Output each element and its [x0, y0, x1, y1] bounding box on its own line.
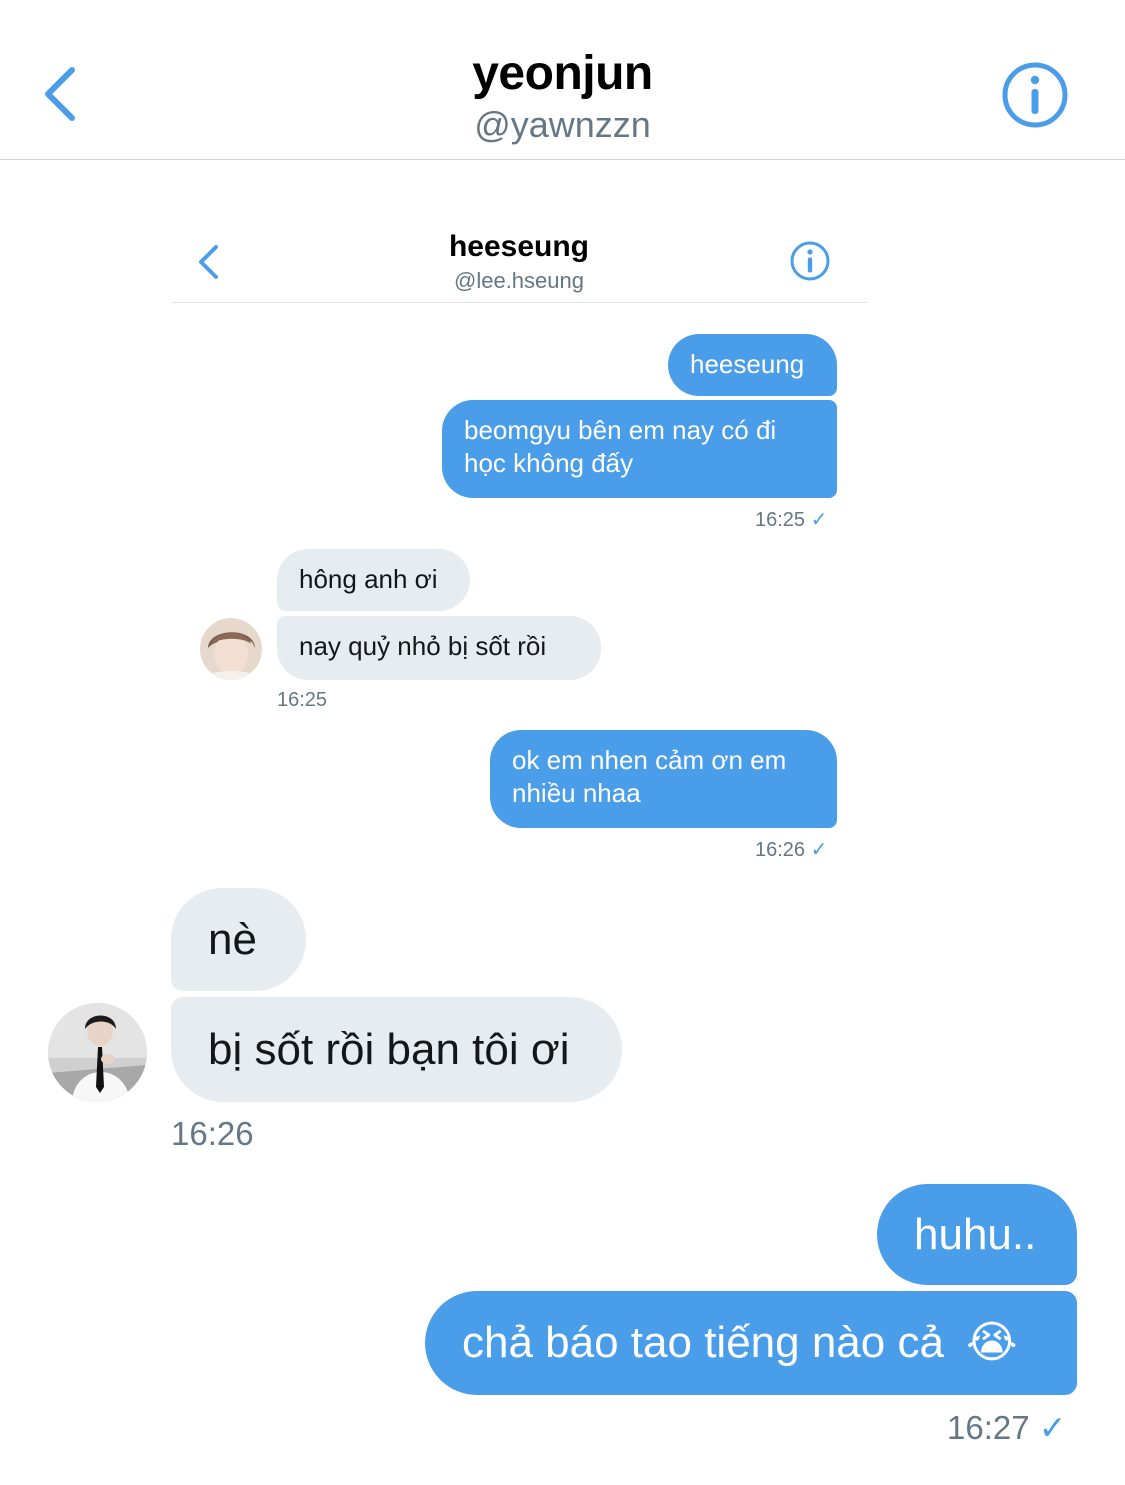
message-timestamp: 16:25 ✓ — [755, 509, 828, 531]
contact-handle: @yawnzzn — [474, 104, 651, 145]
message-timestamp: 16:25 — [277, 689, 328, 711]
conversation-header: yeonjun @yawnzzn — [0, 0, 1125, 160]
contact-name: yeonjun — [472, 47, 653, 100]
embedded-contact-handle: @lee.hseung — [454, 268, 584, 293]
message-bubble-received: nay quỷ nhỏ bị sốt rồi — [277, 616, 601, 680]
embedded-contact-name: heeseung — [448, 230, 590, 263]
read-check-icon: ✓ — [810, 509, 828, 531]
info-button[interactable] — [1000, 60, 1070, 130]
message-timestamp: 16:26 ✓ — [755, 839, 828, 861]
message-bubble-sent: ok em nhen cảm ơn em nhiều nhaa — [490, 730, 837, 828]
message-timestamp: 16:26 — [171, 1115, 254, 1152]
message-bubble-sent: chả báo tao tiếng nào cả 😭 — [425, 1291, 1077, 1395]
read-check-icon: ✓ — [810, 839, 828, 861]
message-bubble-received: bị sốt rồi bạn tôi ơi — [171, 997, 622, 1102]
contact-avatar — [48, 1003, 147, 1102]
message-bubble-received: nè — [171, 888, 306, 991]
message-bubble-received: hông anh ơi — [277, 549, 470, 611]
embedded-avatar — [200, 618, 262, 680]
loudly-crying-face-emoji: 😭 — [966, 1317, 1018, 1368]
embedded-chat-screenshot: heeseung @lee.hseung heeseung beomgyu bê… — [171, 220, 867, 861]
message-bubble-sent: beomgyu bên em nay có đi học không đấy — [442, 400, 837, 498]
info-circle-icon — [1002, 62, 1068, 128]
embedded-info-icon — [789, 240, 831, 282]
message-bubble-sent: huhu.. — [877, 1184, 1077, 1285]
read-check-icon: ✓ — [1038, 1409, 1067, 1446]
message-bubble-sent: heeseung — [668, 334, 837, 396]
embedded-header: heeseung @lee.hseung — [171, 220, 867, 303]
message-timestamp: 16:27 ✓ — [947, 1409, 1067, 1446]
